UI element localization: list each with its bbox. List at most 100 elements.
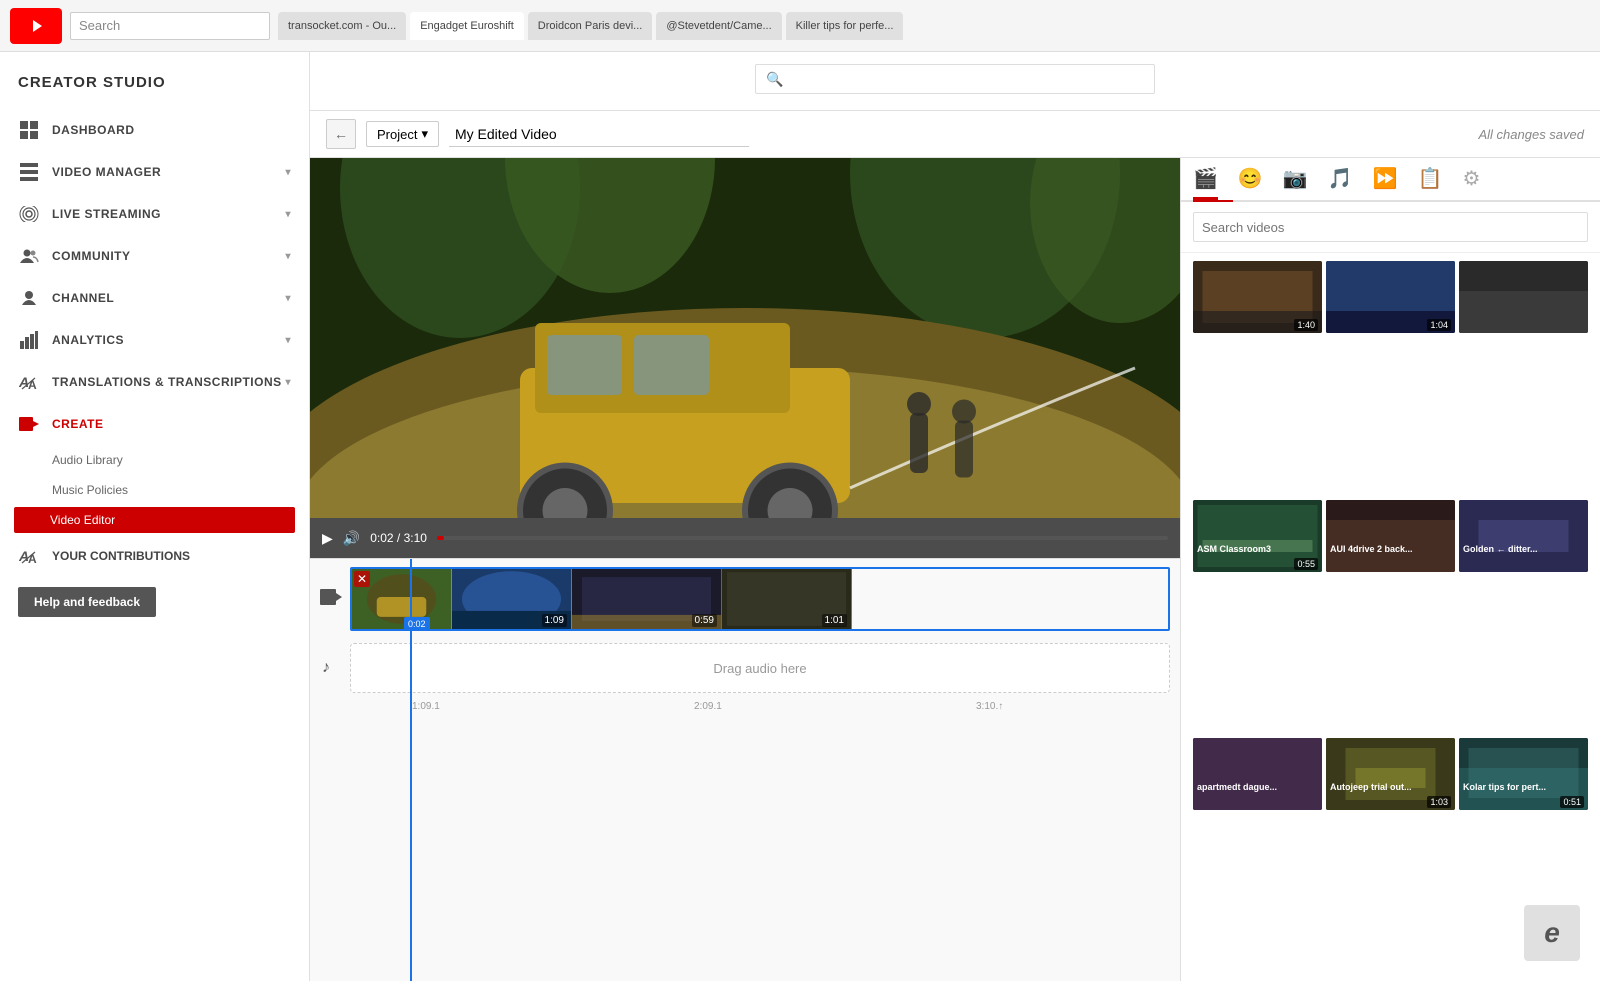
video-thumb-9[interactable]: Kolar tips for pert... 0:51 [1459,738,1588,810]
browser-chrome: Search transocket.com - Ou... Engadget E… [0,0,1600,52]
live-streaming-chevron: ▾ [285,209,291,220]
video-grid: 1:40 1:04 [1181,253,1600,981]
thumb-8-title: Autojeep trial out... [1330,782,1451,792]
analytics-label: ANALYTICS [52,333,124,347]
content-area: 🔍 ← Project ▾ All changes saved [310,52,1600,981]
volume-icon[interactable]: 🔊 [343,530,360,547]
back-button[interactable]: ← [326,119,356,149]
sidebar-item-create[interactable]: CREATE [0,403,309,445]
ruler-mark-2: 2:09.1 [694,701,856,712]
contributions-icon: AA [18,545,40,567]
editor-area: ▶ 🔊 0:02 / 3:10 0:02 [310,158,1600,981]
right-panel: 🎬 😊 📷 🎵 ⏩ 📋 ⚙ [1180,158,1600,981]
video-track: ✕ [310,559,1180,639]
tab-music[interactable]: 🎵 [1328,166,1353,200]
video-thumb-8[interactable]: Autojeep trial out... 1:03 [1326,738,1455,810]
sub-item-video-editor[interactable]: Video Editor [14,507,295,533]
contributions-label: YOUR CONTRIBUTIONS [52,549,190,563]
sidebar-title: CREATOR STUDIO [0,52,309,109]
community-label: COMMUNITY [52,249,131,263]
video-clip-2[interactable]: 1:09 [452,569,572,629]
video-thumb-2[interactable]: 1:04 [1326,261,1455,333]
video-controls: ▶ 🔊 0:02 / 3:10 [310,518,1180,558]
video-clip-4[interactable]: 1:01 [722,569,852,629]
sidebar-item-dashboard[interactable]: DASHBOARD [0,109,309,151]
browser-tab-4[interactable]: @Stevetdent/Came... [656,12,781,40]
video-thumb-1[interactable]: 1:40 [1193,261,1322,333]
channel-chevron: ▾ [285,293,291,304]
video-thumb-5[interactable]: AUI 4drive 2 back... [1326,500,1455,572]
tab-video[interactable]: 🎬 [1193,166,1218,200]
main-layout: CREATOR STUDIO DASHBOARD VIDEO MANAGER ▾… [0,52,1600,981]
youtube-logo [10,8,62,44]
sidebar-item-translations[interactable]: AA TRANSLATIONS & TRANSCRIPTIONS ▾ [0,361,309,403]
thumb-4-title: ASM Classroom3 [1197,544,1318,554]
thumb-8-duration: 1:03 [1427,796,1451,808]
audio-track-icon: ♪ [320,656,350,681]
dashboard-icon [18,119,40,141]
top-bar: 🔍 [310,52,1600,111]
browser-tabs: transocket.com - Ou... Engadget Euroshif… [278,12,1590,40]
analytics-chevron: ▾ [285,335,291,346]
video-background [310,158,1180,518]
browser-tab-5[interactable]: Killer tips for perfe... [786,12,904,40]
project-dropdown[interactable]: Project ▾ [366,121,439,147]
browser-tab-1[interactable]: transocket.com - Ou... [278,12,406,40]
video-panel: ▶ 🔊 0:02 / 3:10 0:02 [310,158,1180,981]
sidebar-item-video-manager[interactable]: VIDEO MANAGER ▾ [0,151,309,193]
video-clip-1[interactable]: ✕ [352,569,452,629]
browser-tab-2[interactable]: Engadget Euroshift [410,12,524,40]
main-search-bar[interactable]: 🔍 [755,64,1155,94]
sidebar-item-community[interactable]: COMMUNITY ▾ [0,235,309,277]
tab-transition[interactable]: ⏩ [1373,166,1398,200]
thumb-6-title: Golden ← ditter... [1463,544,1584,554]
play-button[interactable]: ▶ [322,530,333,547]
video-manager-chevron: ▾ [285,167,291,178]
tab-settings[interactable]: ⚙ [1462,166,1480,200]
live-streaming-icon [18,203,40,225]
browser-search-bar[interactable]: Search [70,12,270,40]
progress-bar[interactable] [437,536,1168,540]
tab-text[interactable]: 📋 [1418,166,1443,200]
sub-item-audio-library[interactable]: Audio Library [0,445,309,475]
project-label: Project [377,127,417,142]
community-icon [18,245,40,267]
changes-saved-status: All changes saved [1478,127,1584,142]
channel-label: CHANNEL [52,291,114,305]
video-track-icon [320,588,350,611]
help-feedback-button[interactable]: Help and feedback [18,587,156,617]
sidebar-item-channel[interactable]: CHANNEL ▾ [0,277,309,319]
right-panel-tabs: 🎬 😊 📷 🎵 ⏩ 📋 ⚙ [1181,158,1600,202]
browser-tab-3[interactable]: Droidcon Paris devi... [528,12,653,40]
tab-emoji[interactable]: 😊 [1238,166,1263,200]
video-clip-3[interactable]: 0:59 [572,569,722,629]
search-icon: 🔍 [766,71,783,88]
video-thumb-4[interactable]: ASM Classroom3 0:55 [1193,500,1322,572]
analytics-icon [18,329,40,351]
clip-remove-btn[interactable]: ✕ [354,571,370,587]
ruler-mark-1: 1:09.1 [412,701,574,712]
timeline-ruler: 1:09.1 2:09.1 3:10.↑ [310,697,1180,716]
thumb-9-duration: 0:51 [1560,796,1584,808]
engadget-watermark: e [1524,905,1580,961]
playhead-time: 0:02 [404,617,430,631]
tab-photo[interactable]: 📷 [1283,166,1308,200]
dropdown-chevron-icon: ▾ [421,126,428,142]
audio-placeholder-text: Drag audio here [713,661,806,676]
video-thumb-3[interactable] [1459,261,1588,333]
video-thumb-7[interactable]: apartmedt dague... [1193,738,1322,810]
right-panel-search [1181,202,1600,253]
translations-icon: AA [18,371,40,393]
sidebar-item-live-streaming[interactable]: LIVE STREAMING ▾ [0,193,309,235]
thumb-2-duration: 1:04 [1427,319,1451,331]
sub-item-music-policies[interactable]: Music Policies [0,475,309,505]
translations-label: TRANSLATIONS & TRANSCRIPTIONS [52,375,282,389]
video-thumb-6[interactable]: Golden ← ditter... [1459,500,1588,572]
audio-drop-zone[interactable]: Drag audio here [350,643,1170,693]
sidebar-item-analytics[interactable]: ANALYTICS ▾ [0,319,309,361]
your-contributions: AA YOUR CONTRIBUTIONS [0,535,309,577]
video-search-input[interactable] [1193,212,1588,242]
translations-chevron: ▾ [285,377,291,388]
thumb-4-duration: 0:55 [1294,558,1318,570]
video-title-input[interactable] [449,122,749,147]
